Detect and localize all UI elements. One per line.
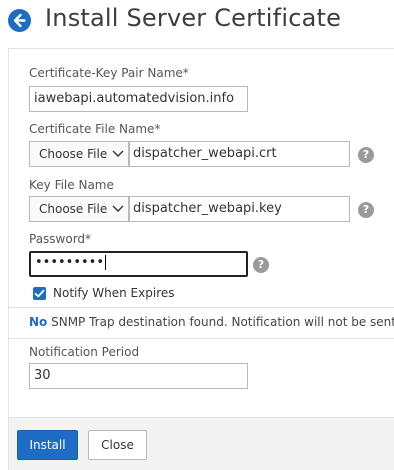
notification-period-input[interactable]: 30 (29, 363, 248, 389)
key-file-label: Key File Name (29, 178, 114, 192)
password-label: Password* (29, 232, 92, 246)
chevron-down-icon (112, 205, 124, 212)
cert-file-name-field[interactable]: dispatcher_webapi.crt (129, 141, 350, 167)
text-cursor (105, 255, 107, 270)
key-choose-file-label: Choose File (39, 202, 108, 216)
back-button[interactable] (8, 9, 31, 32)
cert-choose-file-label: Choose File (39, 147, 108, 161)
cert-file-help-icon[interactable]: ? (358, 147, 374, 163)
password-masked-value: ••••••••• (35, 255, 105, 270)
action-footer: Install Close (9, 417, 394, 470)
notify-label[interactable]: Notify When Expires (53, 286, 175, 300)
close-button[interactable]: Close (88, 430, 147, 460)
divider (9, 338, 394, 339)
key-choose-file-button[interactable]: Choose File (29, 196, 129, 222)
snmp-notice: No SNMP Trap destination found. Notifica… (29, 315, 394, 329)
snmp-notice-emphasis: No (29, 315, 48, 329)
cert-choose-file-button[interactable]: Choose File (29, 141, 129, 167)
key-file-help-icon[interactable]: ? (358, 202, 374, 218)
cert-key-pair-input[interactable]: iawebapi.automatedvision.info (29, 86, 248, 112)
password-input[interactable]: ••••••••• (29, 251, 248, 277)
snmp-notice-text: SNMP Trap destination found. Notificatio… (47, 315, 394, 329)
form-panel: Certificate-Key Pair Name* iawebapi.auto… (8, 48, 394, 470)
page-title: Install Server Certificate (45, 4, 342, 32)
cert-key-pair-label: Certificate-Key Pair Name* (29, 66, 189, 80)
chevron-down-icon (112, 150, 124, 157)
divider (9, 307, 394, 308)
key-file-name-field[interactable]: dispatcher_webapi.key (129, 196, 350, 222)
checkmark-icon (34, 289, 45, 298)
page-header: Install Server Certificate (0, 0, 394, 40)
notification-period-label: Notification Period (29, 345, 140, 359)
password-help-icon[interactable]: ? (253, 257, 269, 273)
cert-file-label: Certificate File Name* (29, 122, 161, 136)
arrow-left-circle-icon (13, 13, 26, 28)
install-button[interactable]: Install (17, 430, 78, 460)
notify-checkbox[interactable] (33, 287, 46, 300)
